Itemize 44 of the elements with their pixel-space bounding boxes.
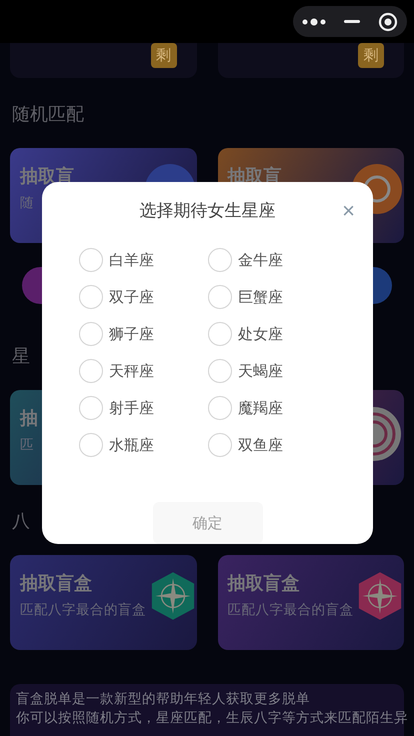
option-label[interactable]: 巨蟹座 (238, 288, 283, 306)
option-label[interactable]: 天秤座 (109, 362, 154, 380)
radio-button[interactable] (79, 285, 103, 309)
option-label[interactable]: 天蝎座 (238, 362, 283, 380)
card-title: 抽 (20, 407, 38, 430)
intro-text: 你可以按照随机方式，星座匹配，生辰八字等方式来匹配陌生异 (16, 709, 408, 727)
card-title: 抽取盲盒 (228, 572, 300, 595)
option-label[interactable]: 狮子座 (109, 324, 154, 344)
section-title: 星 (12, 346, 30, 367)
option-label[interactable]: 双子座 (109, 288, 154, 306)
option-label[interactable]: 水瓶座 (109, 436, 154, 454)
section-title: 随机匹配 (12, 104, 84, 125)
radio-button[interactable] (79, 433, 103, 457)
radio-button[interactable] (208, 433, 232, 457)
close-circle-icon[interactable] (378, 12, 398, 32)
radio-button[interactable] (79, 396, 103, 420)
radio-button[interactable] (79, 322, 103, 346)
option-label[interactable]: 处女座 (238, 324, 283, 344)
radio-button[interactable] (208, 359, 232, 383)
card-title: 抽取盲盒 (20, 572, 92, 595)
option-label[interactable]: 金牛座 (238, 250, 283, 270)
minimize-icon[interactable] (344, 20, 360, 24)
card-subtitle: 随 (20, 194, 34, 212)
compass-icon (358, 571, 402, 621)
card-subtitle: 匹配八字最合的盲盒 (20, 601, 146, 619)
card-subtitle: 匹 (20, 436, 34, 454)
dialog-title: 选择期待女生星座 (140, 200, 276, 222)
radio-button[interactable] (208, 248, 232, 272)
intro-text: 盲盒脱单是一款新型的帮助年轻人获取更多脱单 (16, 690, 310, 708)
radio-button[interactable] (208, 322, 232, 346)
radio-button[interactable] (79, 248, 103, 272)
remaining-badge: 剩 (358, 43, 384, 68)
radio-button[interactable] (79, 359, 103, 383)
more-icon[interactable] (302, 18, 326, 26)
option-label[interactable]: 双鱼座 (238, 436, 283, 454)
option-label[interactable]: 白羊座 (109, 250, 154, 270)
section-title: 八 (12, 511, 30, 532)
option-label[interactable]: 魔羯座 (238, 398, 283, 418)
option-label[interactable]: 射手座 (109, 398, 154, 418)
radio-button[interactable] (208, 285, 232, 309)
remaining-badge: 剩 (150, 43, 176, 68)
card-subtitle: 匹配八字最合的盲盒 (228, 601, 354, 619)
compass-icon (150, 571, 194, 621)
radio-button[interactable] (208, 396, 232, 420)
